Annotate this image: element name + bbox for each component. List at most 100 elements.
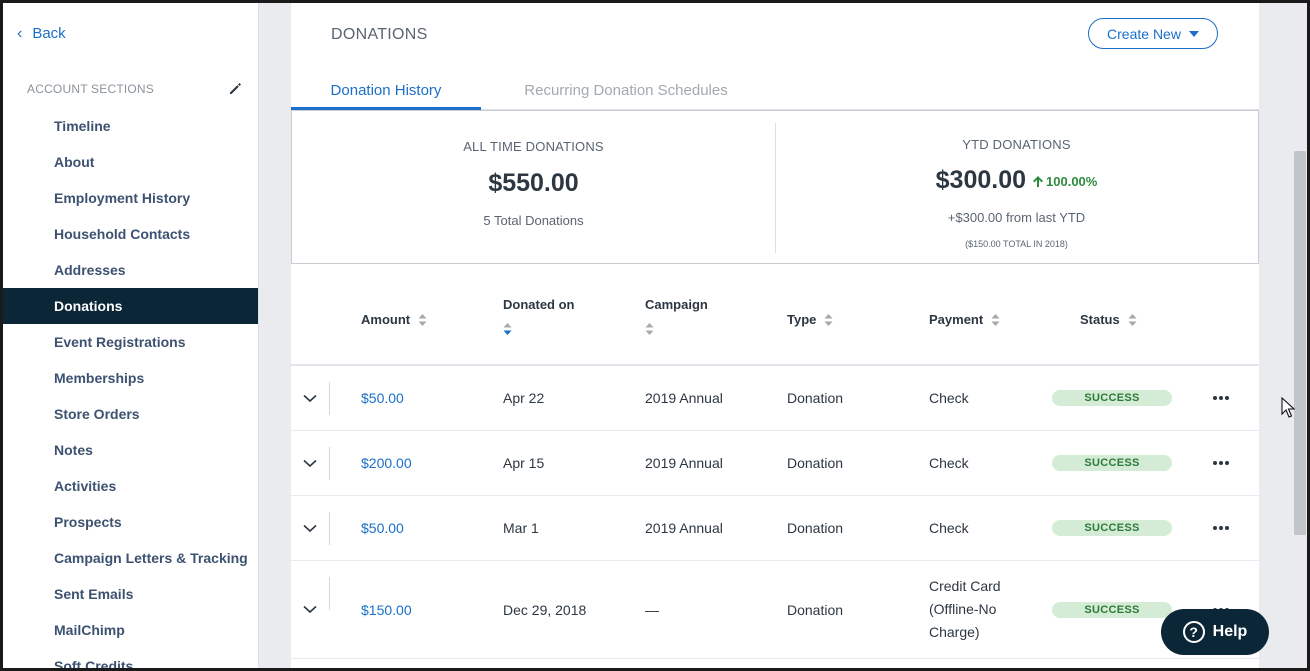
- back-label: Back: [32, 25, 66, 42]
- sidebar-item-household-contacts[interactable]: Household Contacts: [3, 216, 258, 252]
- ellipsis-dot: [1219, 526, 1223, 530]
- header-donated-on-label: Donated on: [503, 297, 575, 312]
- ytd-value-row: $300.00 100.00%: [775, 166, 1258, 195]
- row-expand-toggle[interactable]: [291, 366, 329, 430]
- ellipsis-dot: [1213, 461, 1217, 465]
- ytd-growth: 100.00%: [1032, 174, 1097, 189]
- row-type: Donation: [787, 455, 844, 471]
- sort-icon: [418, 313, 427, 326]
- ytd-summary: YTD DONATIONS $300.00 100.00% +$300.00 f…: [775, 111, 1258, 263]
- sidebar-item-memberships[interactable]: Memberships: [3, 360, 258, 396]
- account-sections-header: ACCOUNT SECTIONS: [27, 82, 242, 96]
- row-amount-link[interactable]: $50.00: [361, 496, 404, 560]
- ellipsis-dot: [1213, 526, 1217, 530]
- row-divider: [329, 577, 330, 610]
- row-campaign: 2019 Annual: [645, 390, 723, 406]
- payment-line: Credit Card: [929, 578, 1001, 594]
- chevron-down-icon: [303, 459, 317, 467]
- header-campaign[interactable]: Campaign: [645, 297, 708, 336]
- row-payment: Check: [929, 390, 969, 406]
- table-row: $150.00 Dec 29, 2018 — Donation Credit C…: [291, 561, 1259, 659]
- sidebar-item-soft-credits[interactable]: Soft Credits: [3, 648, 258, 668]
- pencil-icon[interactable]: [228, 82, 242, 96]
- sidebar-item-timeline[interactable]: Timeline: [3, 108, 258, 144]
- row-expand-toggle[interactable]: [291, 561, 329, 658]
- header-type[interactable]: Type: [787, 312, 833, 327]
- status-badge: SUCCESS: [1052, 455, 1172, 471]
- create-new-label: Create New: [1107, 25, 1181, 42]
- row-type: Donation: [787, 390, 844, 406]
- row-status-cell: SUCCESS: [1052, 366, 1172, 430]
- table-row: $50.00 Mar 1 2019 Annual Donation Check …: [291, 496, 1259, 561]
- back-link[interactable]: ‹ Back: [17, 25, 66, 42]
- row-more-menu[interactable]: [1213, 431, 1229, 495]
- header-amount[interactable]: Amount: [361, 312, 427, 327]
- donation-summary: ALL TIME DONATIONS $550.00 5 Total Donat…: [291, 110, 1259, 264]
- sidebar-item-about[interactable]: About: [3, 144, 258, 180]
- sidebar-item-prospects[interactable]: Prospects: [3, 504, 258, 540]
- row-payment: Check: [929, 520, 969, 536]
- mouse-cursor-icon: [1281, 397, 1295, 418]
- row-type: Donation: [787, 520, 844, 536]
- tab-donation-history[interactable]: Donation History: [291, 73, 481, 110]
- header-payment[interactable]: Payment: [929, 312, 1000, 327]
- sort-icon: [1128, 313, 1137, 326]
- sidebar-item-sent-emails[interactable]: Sent Emails: [3, 576, 258, 612]
- row-campaign: 2019 Annual: [645, 455, 723, 471]
- sidebar-item-employment-history[interactable]: Employment History: [3, 180, 258, 216]
- all-time-label: ALL TIME DONATIONS: [463, 139, 604, 154]
- sidebar-item-addresses[interactable]: Addresses: [3, 252, 258, 288]
- ellipsis-dot: [1225, 396, 1229, 400]
- row-expand-toggle[interactable]: [291, 431, 329, 495]
- ytd-prior-total: ($150.00 TOTAL IN 2018): [965, 239, 1068, 249]
- row-divider: [329, 382, 330, 415]
- sidebar: ‹ Back ACCOUNT SECTIONS Timeline About E…: [3, 3, 259, 668]
- row-date: Dec 29, 2018: [503, 601, 587, 618]
- header-status[interactable]: Status: [1080, 312, 1137, 327]
- all-time-value: $550.00: [488, 169, 579, 197]
- row-amount-link[interactable]: $50.00: [361, 366, 404, 430]
- caret-down-icon: [1188, 30, 1199, 37]
- sidebar-item-donations[interactable]: Donations: [3, 288, 258, 324]
- tab-bar: Donation History Recurring Donation Sche…: [291, 73, 1259, 110]
- row-amount-link[interactable]: $200.00: [361, 431, 412, 495]
- row-status-cell: SUCCESS: [1052, 496, 1172, 560]
- account-sections-title: ACCOUNT SECTIONS: [27, 82, 154, 96]
- help-button[interactable]: ? Help: [1161, 609, 1269, 655]
- ytd-change: +$300.00 from last YTD: [947, 210, 1086, 225]
- row-amount-link[interactable]: $150.00: [361, 561, 412, 658]
- ytd-value: $300.00: [935, 166, 1027, 194]
- ellipsis-dot: [1225, 461, 1229, 465]
- ytd-growth-value: 100.00%: [1046, 174, 1098, 189]
- header-campaign-label: Campaign: [645, 297, 708, 312]
- row-payment: Check: [929, 455, 969, 471]
- create-new-button[interactable]: Create New: [1088, 18, 1218, 49]
- main-panel: DONATIONS Create New Donation History Re…: [291, 3, 1259, 668]
- sidebar-item-store-orders[interactable]: Store Orders: [3, 396, 258, 432]
- tab-recurring-schedules[interactable]: Recurring Donation Schedules: [511, 73, 741, 110]
- row-expand-toggle[interactable]: [291, 496, 329, 560]
- ellipsis-dot: [1225, 526, 1229, 530]
- ellipsis-dot: [1219, 396, 1223, 400]
- row-more-menu[interactable]: [1213, 496, 1229, 560]
- page-scrollbar-thumb[interactable]: [1294, 151, 1306, 535]
- row-date: Mar 1: [503, 520, 539, 536]
- sidebar-item-mailchimp[interactable]: MailChimp: [3, 612, 258, 648]
- sidebar-item-event-registrations[interactable]: Event Registrations: [3, 324, 258, 360]
- status-badge: SUCCESS: [1052, 390, 1172, 406]
- row-date: Apr 22: [503, 390, 545, 406]
- table-header: Amount Donated on Campaign Type Payment …: [291, 265, 1259, 366]
- sidebar-item-activities[interactable]: Activities: [3, 468, 258, 504]
- row-payment: Credit Card (Offline-No Charge): [929, 561, 1001, 658]
- question-mark-icon: ?: [1182, 621, 1205, 643]
- ellipsis-dot: [1213, 396, 1217, 400]
- row-campaign: 2019 Annual: [645, 520, 723, 536]
- chevron-left-icon: ‹: [17, 24, 23, 42]
- sidebar-item-notes[interactable]: Notes: [3, 432, 258, 468]
- arrow-up-icon: [1033, 176, 1044, 187]
- row-more-menu[interactable]: [1213, 366, 1229, 430]
- header-donated-on[interactable]: Donated on: [503, 297, 575, 336]
- payment-line: Charge): [929, 624, 980, 640]
- sidebar-item-campaign-letters[interactable]: Campaign Letters & Tracking: [3, 540, 258, 576]
- sort-icon: [991, 313, 1000, 326]
